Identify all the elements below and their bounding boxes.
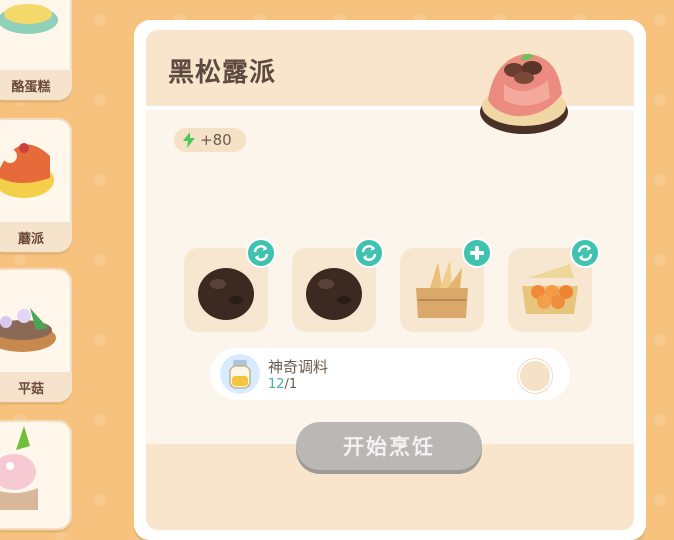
- recipe-card-label: 平菇: [0, 372, 72, 402]
- recipe-card-oyster-mushroom[interactable]: 平菇: [0, 268, 72, 402]
- bun-icon: [0, 426, 38, 510]
- add-button[interactable]: [462, 238, 492, 268]
- ingredient-slot-4[interactable]: [508, 238, 600, 332]
- mushroom-pie-icon: [0, 143, 54, 198]
- recipe-title: 黑松露派: [168, 58, 277, 88]
- plus-icon: [470, 246, 484, 260]
- recipe-card-mushroom-pie[interactable]: 蘑派: [0, 118, 72, 252]
- swap-icon: [253, 245, 269, 261]
- recipe-panel: 黑松露派 +80 神奇调料 12/1 开始烹饪: [134, 20, 646, 540]
- swap-icon: [577, 245, 593, 261]
- start-cooking-button[interactable]: 开始烹饪: [296, 422, 482, 470]
- swap-button[interactable]: [570, 238, 600, 268]
- recipe-card-cheesecake[interactable]: 酪蛋糕: [0, 0, 72, 100]
- ingredient-slot-2[interactable]: [292, 238, 384, 332]
- seasoning-jar-icon: [220, 354, 260, 394]
- ingredient-slot-1[interactable]: [184, 238, 276, 332]
- seasoning-toggle[interactable]: [518, 359, 552, 393]
- swap-button[interactable]: [354, 238, 384, 268]
- lightning-icon: [183, 132, 195, 148]
- swap-button[interactable]: [246, 238, 276, 268]
- seasoning-total: /1: [284, 377, 298, 392]
- energy-badge: +80: [174, 128, 246, 152]
- seasoning-name: 神奇调料: [268, 358, 329, 376]
- seasoning-count: 12/1: [268, 377, 297, 392]
- ingredient-slot-3[interactable]: [400, 238, 492, 332]
- recipe-list: 酪蛋糕 蘑派 平菇: [0, 0, 80, 530]
- recipe-card-label: 蘑派: [0, 222, 72, 252]
- swap-icon: [361, 245, 377, 261]
- seasoning-owned: 12: [268, 377, 285, 392]
- recipe-card-label: 酪蛋糕: [0, 70, 72, 100]
- oyster-mushroom-icon: [0, 308, 56, 352]
- seasoning-row[interactable]: 神奇调料 12/1: [210, 348, 570, 400]
- recipe-card-bun[interactable]: [0, 420, 72, 530]
- energy-value: +80: [200, 131, 232, 149]
- black-truffle-pie-icon: [480, 53, 568, 134]
